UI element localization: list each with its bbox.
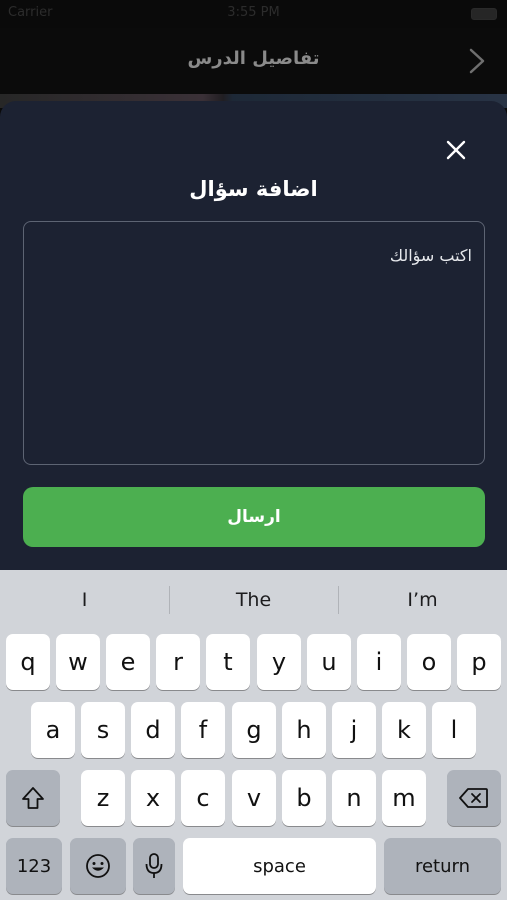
key-u[interactable]: u	[307, 634, 351, 690]
key-z[interactable]: z	[81, 770, 125, 826]
microphone-key[interactable]	[133, 838, 175, 894]
sheet-title: اضافة سؤال	[189, 177, 318, 201]
emoji-key[interactable]	[70, 838, 126, 894]
suggestion-item[interactable]: I’m	[338, 570, 507, 630]
emoji-icon	[86, 854, 110, 878]
key-g[interactable]: g	[232, 702, 276, 758]
backspace-key[interactable]	[447, 770, 501, 826]
key-f[interactable]: f	[181, 702, 225, 758]
nav-bar: تفاصيل الدرس	[0, 28, 507, 94]
battery-icon	[471, 8, 497, 20]
shift-icon	[22, 787, 44, 809]
send-button-label: ارسال	[227, 507, 281, 527]
key-d[interactable]: d	[131, 702, 175, 758]
suggestion-item[interactable]: The	[169, 570, 338, 630]
key-k[interactable]: k	[382, 702, 426, 758]
question-placeholder: اكتب سؤالك	[389, 246, 472, 265]
key-t[interactable]: t	[206, 634, 250, 690]
send-button[interactable]: ارسال	[23, 487, 485, 547]
key-q[interactable]: q	[6, 634, 50, 690]
key-l[interactable]: l	[432, 702, 476, 758]
screen: Carrier 3:55 PM تفاصيل الدرس اضافة سؤال …	[0, 0, 507, 900]
key-w[interactable]: w	[56, 634, 100, 690]
status-bar: Carrier 3:55 PM	[0, 0, 507, 28]
key-e[interactable]: e	[106, 634, 150, 690]
keyboard: I The I’m q w e r t y u i o p a s d f g …	[0, 570, 507, 900]
clock: 3:55 PM	[227, 5, 280, 20]
key-x[interactable]: x	[131, 770, 175, 826]
space-key[interactable]: space	[183, 838, 376, 894]
key-s[interactable]: s	[81, 702, 125, 758]
suggestion-item[interactable]: I	[0, 570, 169, 630]
key-p[interactable]: p	[457, 634, 501, 690]
chevron-right-icon[interactable]	[465, 46, 489, 76]
page-title: تفاصيل الدرس	[187, 48, 320, 69]
numbers-key[interactable]: 123	[6, 838, 62, 894]
key-h[interactable]: h	[282, 702, 326, 758]
key-m[interactable]: m	[382, 770, 426, 826]
return-key[interactable]: return	[384, 838, 501, 894]
question-input[interactable]: اكتب سؤالك	[23, 221, 485, 465]
key-y[interactable]: y	[257, 634, 301, 690]
key-i[interactable]: i	[357, 634, 401, 690]
add-question-sheet: اضافة سؤال اكتب سؤالك ارسال	[0, 101, 507, 581]
shift-key[interactable]	[6, 770, 60, 826]
key-o[interactable]: o	[407, 634, 451, 690]
backspace-icon	[459, 788, 488, 808]
key-a[interactable]: a	[31, 702, 75, 758]
key-b[interactable]: b	[282, 770, 326, 826]
close-icon[interactable]	[443, 137, 469, 163]
microphone-icon	[145, 853, 163, 878]
key-c[interactable]: c	[181, 770, 225, 826]
key-n[interactable]: n	[332, 770, 376, 826]
key-j[interactable]: j	[332, 702, 376, 758]
key-r[interactable]: r	[156, 634, 200, 690]
key-v[interactable]: v	[232, 770, 276, 826]
suggestion-bar: I The I’m	[0, 570, 507, 630]
